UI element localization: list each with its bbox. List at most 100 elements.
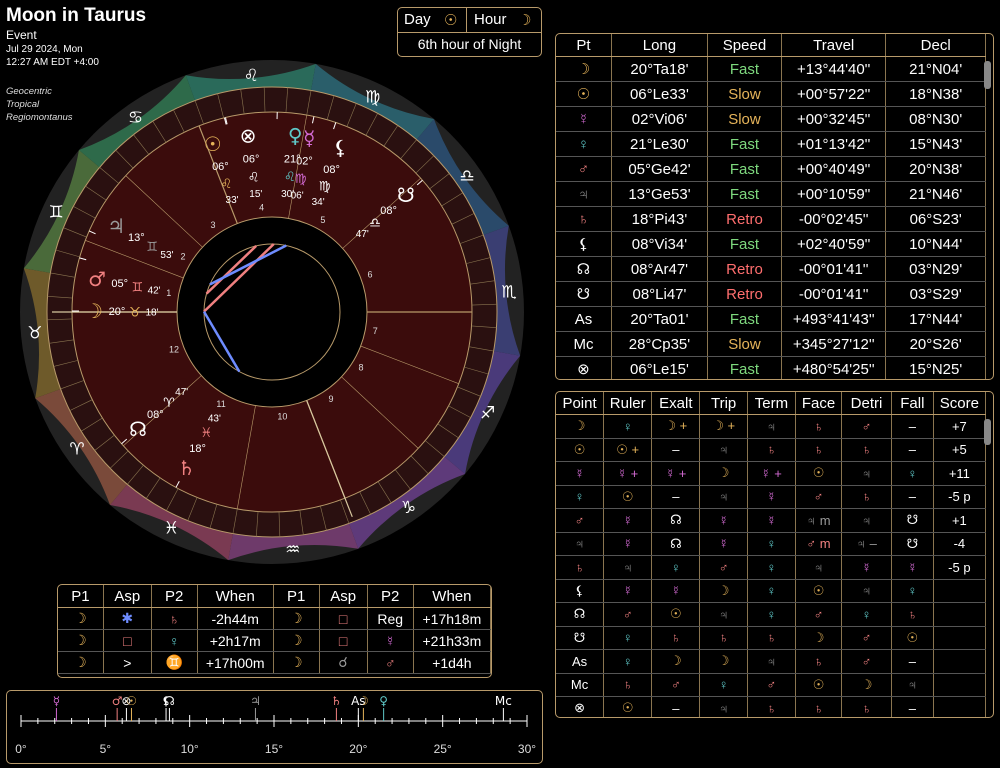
col-when-a[interactable]: When: [197, 585, 274, 608]
table-row[interactable]: ⚸ 08°Vi34' Fast +02°40'59'' 10°N44': [556, 231, 986, 257]
table-row[interactable]: As 20°Ta01' Fast +493°41'43'' 17°N44': [556, 306, 986, 332]
col-decl[interactable]: Decl: [885, 34, 986, 57]
longitude-cell: 13°Ge53': [611, 181, 708, 207]
planet-glyph[interactable]: ☊: [129, 417, 147, 441]
longitude-cell: 06°Le15': [611, 356, 708, 379]
table-row[interactable]: ♃ 13°Ge53' Fast +00°10'59'' 21°N46': [556, 181, 986, 207]
planet-glyph[interactable]: ☿: [303, 126, 315, 150]
col-ruler[interactable]: Ruler: [603, 392, 653, 415]
table-row[interactable]: ☽ ✱ ♄ -2h44m ☽ □ Reg +17h18m: [58, 607, 491, 630]
col-term[interactable]: Term: [747, 392, 796, 415]
table-row[interactable]: ⊗ ☉ – ♃ ♄ ♄ ♄ –: [556, 696, 987, 717]
table-row[interactable]: ☉ ☉ + – ♃ ♄ ♄ ♄ – +5: [556, 438, 987, 462]
table-row[interactable]: As ♀ ☽ ☽ ♃ ♄ ♂ –: [556, 649, 987, 674]
speed-cell: Fast: [707, 356, 783, 379]
table-row[interactable]: ☉ 06°Le33' Slow +00°57'22'' 18°N38': [556, 81, 986, 107]
col-pt[interactable]: Pt: [556, 34, 612, 57]
ruler-cell: ♀: [603, 414, 653, 439]
timeline-point-glyph[interactable]: ♄: [331, 694, 342, 708]
travel-cell: +00°10'59'': [781, 181, 887, 207]
col-p2-a[interactable]: P2: [151, 585, 198, 608]
planet-sign-glyph: ♈: [163, 396, 175, 411]
table-row[interactable]: ☋ ♀ ♄ ♄ ♄ ☽ ♂ ☉: [556, 626, 987, 650]
table-row[interactable]: Mc 28°Cp35' Slow +345°27'12'' 20°S26': [556, 331, 986, 357]
p1-cell: ☽: [58, 629, 104, 652]
planet-glyph[interactable]: ⚸: [333, 136, 348, 160]
planet-glyph[interactable]: ♂: [88, 267, 106, 291]
col-speed[interactable]: Speed: [707, 34, 783, 57]
col-asp-b[interactable]: Asp: [319, 585, 368, 608]
table-row[interactable]: ♀ ☉ – ♃ ☿ ♂ ♄ – -5 p: [556, 485, 987, 509]
col-point[interactable]: Point: [556, 392, 605, 415]
point-cell: ⚸: [556, 579, 605, 603]
col-fall[interactable]: Fall: [891, 392, 934, 415]
table-row[interactable]: ☽ ♀ ☽ + ☽ + ♃ ♄ ♂ – +7: [556, 414, 987, 439]
aspect-cell: □: [319, 629, 368, 652]
col-asp-a[interactable]: Asp: [103, 585, 152, 608]
score-cell: -5 p: [933, 555, 987, 580]
fall-cell: –: [891, 696, 934, 717]
zodiac-sign-glyph: ♓: [164, 519, 179, 539]
col-p2-b[interactable]: P2: [367, 585, 414, 608]
planet-glyph[interactable]: ⊗: [240, 124, 257, 148]
planet-minutes: 34': [312, 197, 325, 208]
term-cell: ♂: [747, 673, 796, 697]
timeline-point-glyph[interactable]: ☊: [164, 694, 175, 708]
planet-sign-glyph: ♍: [319, 180, 331, 195]
timeline-point-glyph[interactable]: Mc: [495, 694, 512, 708]
planet-minutes: 33': [226, 195, 239, 206]
table-row[interactable]: ⚸ ☿ ☿ ☽ ♀ ☉ ♃ ♀: [556, 579, 987, 603]
planet-glyph[interactable]: ☉: [204, 132, 222, 156]
planet-minutes: 30': [281, 189, 294, 200]
col-long[interactable]: Long: [611, 34, 708, 57]
table-row[interactable]: ♂ ☿ ☊ ☿ ☿ ♃ m ♃ ☋ +1: [556, 508, 987, 533]
col-travel[interactable]: Travel: [781, 34, 887, 57]
table-row[interactable]: ☊ ♂ ☉ ♃ ♀ ♂ ♀ ♄: [556, 602, 987, 627]
point-cell: ♀: [556, 485, 605, 509]
declination-cell: 20°S26': [885, 331, 986, 357]
point-cell: ☉: [556, 438, 605, 462]
table-row[interactable]: ♀ 21°Le30' Fast +01°13'42'' 15°N43': [556, 131, 986, 157]
dignities-scrollbar[interactable]: [984, 419, 991, 445]
planet-glyph[interactable]: ☽: [85, 299, 103, 323]
col-detri[interactable]: Detri: [841, 392, 892, 415]
hour-label: Hour: [474, 11, 507, 28]
timeline-point-glyph[interactable]: ☿: [53, 694, 60, 708]
planet-glyph[interactable]: ♄: [178, 456, 196, 480]
table-row[interactable]: ⊗ 06°Le15' Fast +480°54'25'' 15°N25': [556, 356, 986, 379]
table-row[interactable]: ☿ 02°Vi06' Slow +00°32'45'' 08°N30': [556, 106, 986, 132]
timeline-point-glyph[interactable]: ☽: [358, 694, 369, 708]
ruler-cell: ☿: [603, 579, 653, 603]
table-row[interactable]: ♃ ☿ ☊ ☿ ♀ ♂ m ♃ – ☋ -4: [556, 532, 987, 556]
planet-glyph[interactable]: ☋: [397, 183, 415, 207]
table-row[interactable]: ☽ 20°Ta18' Fast +13°44'40'' 21°N04': [556, 56, 986, 82]
col-when-b[interactable]: When: [413, 585, 491, 608]
timeline-point-glyph[interactable]: ☉: [126, 694, 137, 708]
chart-wheel[interactable]: ♈♉♊♋♌♍♎♏♐♑♒♓123456789101112☽ 20° ♉ 18'☉06°♌…: [0, 40, 550, 580]
table-row[interactable]: ☋ 08°Li47' Retro -00°01'41'' 03°S29': [556, 281, 986, 307]
table-row[interactable]: ☊ 08°Ar47' Retro -00°01'41'' 03°N29': [556, 256, 986, 282]
table-row[interactable]: ♄ 18°Pi43' Retro -00°02'45'' 06°S23': [556, 206, 986, 232]
col-score[interactable]: Score: [933, 392, 987, 415]
table-row[interactable]: Mc ♄ ♂ ♀ ♂ ☉ ☽ ♃: [556, 673, 987, 697]
term-cell: ♀: [747, 555, 796, 580]
table-row[interactable]: ☿ ☿ + ☿ + ☽ ☿ + ☉ ♃ ♀ +11: [556, 461, 987, 486]
timeline-point-glyph[interactable]: ♃: [250, 694, 261, 708]
planet-sign-glyph: ♍: [295, 172, 307, 187]
detri-cell: ☿: [841, 555, 892, 580]
col-trip[interactable]: Trip: [699, 392, 748, 415]
table-row[interactable]: ☽ □ ♀ +2h17m ☽ □ ☿ +21h33m: [58, 629, 491, 652]
ruler-cell: ♄: [603, 673, 653, 697]
table-row[interactable]: ♂ 05°Ge42' Fast +00°40'49'' 20°N38': [556, 156, 986, 182]
table-row[interactable]: ♄ ♃ ♀ ♂ ♀ ♃ ☿ ☿ -5 p: [556, 555, 987, 580]
positions-scrollbar[interactable]: [984, 61, 991, 89]
planet-glyph[interactable]: ♃: [107, 214, 125, 238]
degree-timeline[interactable]: 0° 5° 10° 15° 20° 25° 30° ☿ ♂ ⊗ ☉ ⚸ ☊ ♃ ♄ As ☽ ♀ Mc: [6, 690, 543, 764]
col-exalt[interactable]: Exalt: [651, 392, 701, 415]
planet-glyph[interactable]: ♀: [288, 124, 303, 148]
timeline-point-glyph[interactable]: ♀: [379, 694, 388, 708]
table-row[interactable]: ☽ > ♊ +17h00m ☽ ☌ ♂ +1d4h: [58, 651, 491, 674]
col-p1-b[interactable]: P1: [273, 585, 320, 608]
col-face[interactable]: Face: [795, 392, 843, 415]
col-p1-a[interactable]: P1: [58, 585, 104, 608]
